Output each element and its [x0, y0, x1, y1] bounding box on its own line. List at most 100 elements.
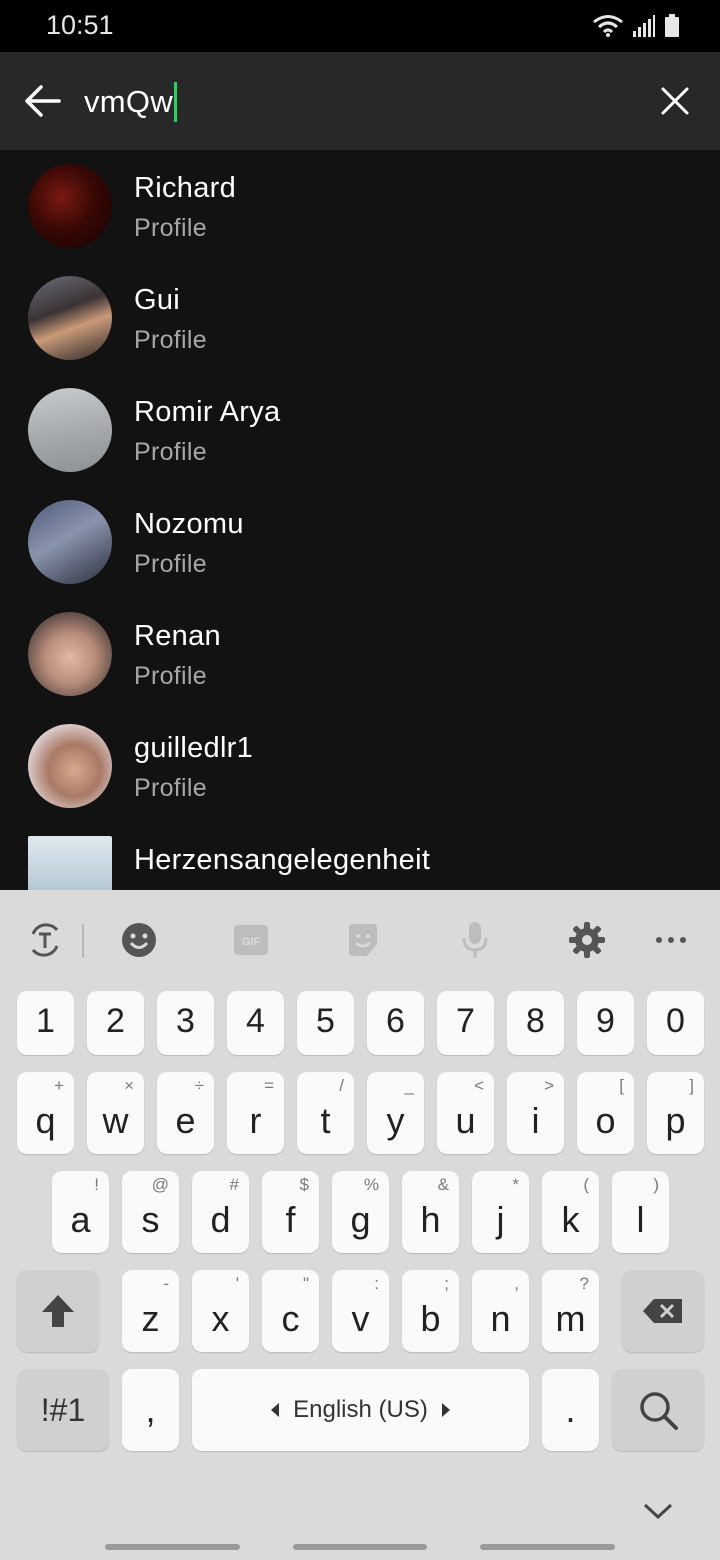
result-name: Richard	[134, 172, 237, 204]
key-c[interactable]: c "	[262, 1270, 319, 1352]
search-input[interactable]: vmQw	[84, 80, 178, 124]
result-item[interactable]: Renan Profile	[0, 598, 720, 710]
avatar	[28, 164, 112, 248]
key-i[interactable]: i >	[507, 1072, 564, 1154]
key-a[interactable]: a!	[52, 1171, 109, 1253]
key-label: j	[496, 1199, 505, 1240]
key-d[interactable]: d #	[192, 1171, 249, 1253]
key-l[interactable]: l)	[612, 1171, 669, 1253]
key-n[interactable]: n,	[472, 1270, 529, 1352]
clear-search-button[interactable]	[650, 76, 700, 126]
key-alt-label: _	[404, 1076, 414, 1095]
nav-recent-handle[interactable]	[105, 1544, 240, 1550]
text-translate-icon[interactable]	[23, 918, 67, 962]
search-key[interactable]	[612, 1369, 704, 1451]
key-0[interactable]: 0	[647, 991, 704, 1055]
key-alt-label: )	[653, 1175, 659, 1194]
navigation-bar	[0, 1530, 720, 1560]
key-4[interactable]: 4	[227, 991, 284, 1055]
key-alt-label: <	[474, 1076, 484, 1095]
close-icon	[661, 87, 689, 115]
backspace-icon	[643, 1299, 682, 1323]
result-name: Romir Arya	[134, 396, 281, 428]
key-f[interactable]: f $	[262, 1171, 319, 1253]
key-j[interactable]: j *	[472, 1171, 529, 1253]
key-label: 6	[386, 1002, 405, 1040]
key-q[interactable]: q +	[17, 1072, 74, 1154]
sticker-icon[interactable]	[341, 918, 385, 962]
shift-key[interactable]	[17, 1270, 99, 1352]
key-x[interactable]: x '	[192, 1270, 249, 1352]
backspace-key[interactable]	[622, 1270, 704, 1352]
key-m[interactable]: m?	[542, 1270, 599, 1352]
key-r[interactable]: r =	[227, 1072, 284, 1154]
key-alt-label: ;	[444, 1274, 449, 1293]
result-item[interactable]: guilledlr1 Profile	[0, 710, 720, 822]
key-label: 8	[526, 1002, 545, 1040]
settings-icon[interactable]	[565, 918, 609, 962]
result-name: Herzensangelegenheit	[134, 844, 431, 876]
key-b[interactable]: b;	[402, 1270, 459, 1352]
more-icon[interactable]	[649, 918, 693, 962]
key-w[interactable]: w ×	[87, 1072, 144, 1154]
nav-back-handle[interactable]	[480, 1544, 615, 1550]
microphone-icon[interactable]	[453, 918, 497, 962]
key-y[interactable]: y _	[367, 1072, 424, 1154]
search-header: vmQw	[0, 52, 720, 150]
key-label: u	[455, 1100, 476, 1141]
result-item[interactable]: Nozomu Profile	[0, 486, 720, 598]
key-u[interactable]: u <	[437, 1072, 494, 1154]
battery-icon	[665, 14, 679, 37]
key-g[interactable]: g%	[332, 1171, 389, 1253]
key-t[interactable]: t /	[297, 1072, 354, 1154]
key-alt-label: '	[235, 1274, 239, 1293]
result-item[interactable]: Gui Profile	[0, 262, 720, 374]
symbols-key[interactable]: !#1	[17, 1369, 109, 1451]
comma-key[interactable]: ,	[122, 1369, 179, 1451]
key-h[interactable]: h &	[402, 1171, 459, 1253]
key-alt-label: *	[512, 1175, 519, 1194]
key-8[interactable]: 8	[507, 991, 564, 1055]
key-9[interactable]: 9	[577, 991, 634, 1055]
key-e[interactable]: e ÷	[157, 1072, 214, 1154]
key-label: 7	[456, 1002, 475, 1040]
result-item[interactable]: Herzensangelegenheit Podcast · Ki	[0, 822, 720, 890]
result-name: guilledlr1	[134, 732, 254, 764]
space-key[interactable]: English (US)	[192, 1369, 529, 1451]
key-label: q	[35, 1100, 56, 1141]
result-item[interactable]: Richard Profile	[0, 150, 720, 262]
key-label: 9	[596, 1002, 615, 1040]
key-z[interactable]: z-	[122, 1270, 179, 1352]
key-o[interactable]: o[	[577, 1072, 634, 1154]
space-label: English (US)	[293, 1396, 428, 1423]
gif-icon[interactable]: GIF	[229, 918, 273, 962]
toolbar-divider	[82, 924, 84, 958]
key-label: x	[211, 1298, 230, 1339]
key-label: d	[210, 1199, 231, 1240]
key-label: h	[420, 1199, 441, 1240]
key-p[interactable]: p]	[647, 1072, 704, 1154]
nav-home-handle[interactable]	[293, 1544, 427, 1550]
key-k[interactable]: k(	[542, 1171, 599, 1253]
key-2[interactable]: 2	[87, 991, 144, 1055]
avatar	[28, 276, 112, 360]
key-v[interactable]: v:	[332, 1270, 389, 1352]
chevron-down-icon	[643, 1503, 673, 1520]
key-s[interactable]: s @	[122, 1171, 179, 1253]
key-alt-label: ÷	[194, 1076, 204, 1095]
back-button[interactable]	[18, 76, 68, 126]
key-5[interactable]: 5	[297, 991, 354, 1055]
period-key[interactable]: .	[542, 1369, 599, 1451]
key-alt-label: (	[583, 1175, 589, 1194]
result-item[interactable]: Romir Arya Profile	[0, 374, 720, 486]
key-label: b	[420, 1298, 441, 1339]
key-label: r	[249, 1100, 262, 1141]
key-label: k	[561, 1199, 580, 1240]
key-3[interactable]: 3	[157, 991, 214, 1055]
key-7[interactable]: 7	[437, 991, 494, 1055]
key-6[interactable]: 6	[367, 991, 424, 1055]
emoji-icon[interactable]	[117, 918, 161, 962]
hide-keyboard-button[interactable]	[638, 1496, 678, 1526]
key-1[interactable]: 1	[17, 991, 74, 1055]
key-label: g	[350, 1199, 371, 1240]
